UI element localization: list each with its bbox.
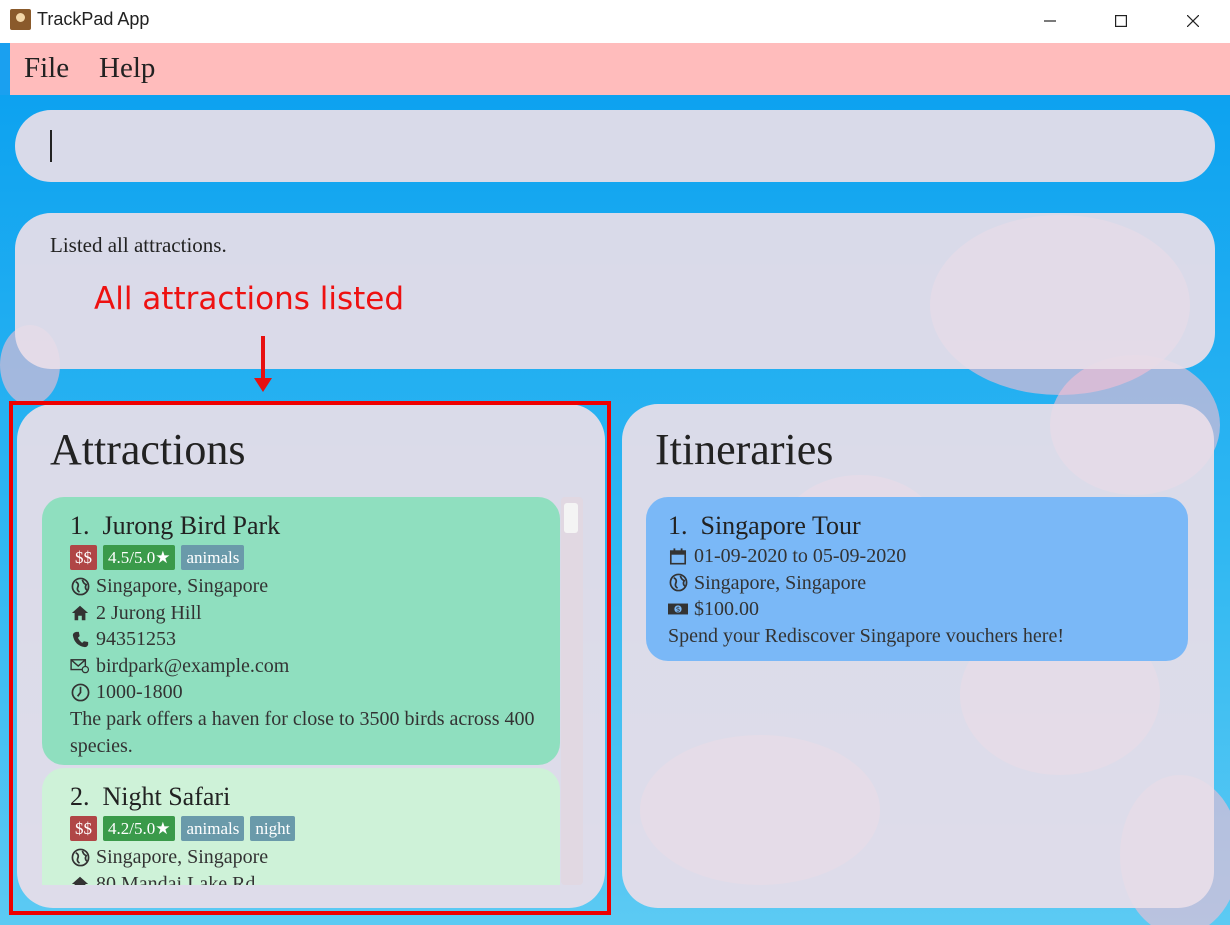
hours-row: 1000-1800 (70, 679, 544, 706)
category-tag: night (250, 816, 296, 841)
attraction-card[interactable]: 1. Jurong Bird Park $$ 4.5/5.0★ animals … (42, 497, 560, 765)
money-icon: $ (668, 599, 688, 619)
attraction-hours: 1000-1800 (96, 681, 183, 703)
dates-row: 01-09-2020 to 05-09-2020 (668, 543, 1172, 570)
window-title: TrackPad App (37, 9, 150, 29)
annotation-arrow (261, 336, 265, 380)
location-row: Singapore, Singapore (70, 844, 544, 871)
itinerary-title: 1. Singapore Tour (668, 509, 1172, 543)
rating-tag: 4.2/5.0★ (103, 816, 176, 841)
itinerary-budget: $100.00 (694, 598, 759, 620)
maximize-icon[interactable] (1101, 6, 1141, 36)
attractions-title: Attractions (50, 425, 246, 474)
itinerary-location: Singapore, Singapore (694, 571, 867, 594)
category-tag: animals (181, 816, 245, 841)
attraction-name: Jurong Bird Park (102, 511, 281, 540)
clock-icon (70, 682, 90, 702)
title-bar: TrackPad App (0, 0, 1230, 43)
app-icon (10, 9, 31, 30)
itinerary-name: Singapore Tour (700, 511, 861, 540)
itineraries-panel: Itineraries 1. Singapore Tour 01-09-2020… (622, 404, 1214, 908)
itineraries-title: Itineraries (655, 425, 834, 474)
home-icon (70, 603, 90, 623)
attraction-email: birdpark@example.com (96, 654, 290, 677)
annotation-arrowhead (254, 378, 272, 392)
category-tag: animals (181, 545, 245, 570)
command-box[interactable] (15, 110, 1215, 182)
email-icon (70, 656, 90, 676)
attraction-title: 2. Night Safari (70, 780, 544, 814)
attraction-description: The park offers a haven for close to 350… (70, 707, 535, 757)
phone-icon (70, 629, 90, 649)
annotation-label: All attractions listed (94, 281, 405, 317)
itinerary-dates: 01-09-2020 to 05-09-2020 (694, 545, 907, 567)
attraction-tags: $$ 4.2/5.0★ animals night (70, 816, 544, 841)
attraction-card[interactable]: 2. Night Safari $$ 4.2/5.0★ animals nigh… (42, 768, 560, 885)
attraction-index: 2. (70, 782, 90, 811)
attraction-phone: 94351253 (96, 628, 176, 650)
globe-icon (668, 573, 688, 593)
phone-row: 94351253 (70, 626, 544, 653)
itinerary-card[interactable]: 1. Singapore Tour 01-09-2020 to 05-09-20… (646, 497, 1188, 661)
itinerary-index: 1. (668, 511, 688, 540)
price-tag: $$ (70, 545, 97, 570)
close-icon[interactable] (1173, 6, 1213, 36)
address-row: 80 Mandai Lake Rd (70, 871, 544, 886)
menu-bar: File Help (10, 43, 1230, 95)
attraction-address: 80 Mandai Lake Rd (96, 872, 256, 886)
price-tag: $$ (70, 816, 97, 841)
itinerary-description: Spend your Rediscover Singapore vouchers… (668, 624, 1064, 647)
attraction-address: 2 Jurong Hill (96, 601, 202, 624)
attractions-list[interactable]: 1. Jurong Bird Park $$ 4.5/5.0★ animals … (42, 497, 561, 885)
attraction-location: Singapore, Singapore (96, 575, 269, 597)
home-icon (70, 874, 90, 885)
minimize-icon[interactable] (1030, 6, 1070, 36)
attraction-title: 1. Jurong Bird Park (70, 509, 544, 543)
text-caret (50, 130, 52, 162)
attraction-index: 1. (70, 511, 90, 540)
email-row: birdpark@example.com (70, 653, 544, 680)
attractions-panel: Attractions 1. Jurong Bird Park $$ 4.5/5… (17, 404, 605, 908)
address-row: 2 Jurong Hill (70, 600, 544, 627)
result-message: Listed all attractions. (50, 233, 227, 257)
rating-tag: 4.5/5.0★ (103, 545, 176, 570)
scrollbar-thumb[interactable] (564, 503, 578, 533)
globe-icon (70, 847, 90, 867)
attraction-name: Night Safari (102, 782, 231, 811)
svg-text:$: $ (676, 605, 681, 614)
budget-row: $ $100.00 (668, 596, 1172, 623)
globe-icon (70, 576, 90, 596)
calendar-icon (668, 546, 688, 566)
menu-help[interactable]: Help (99, 52, 155, 85)
attractions-scrollbar[interactable] (561, 497, 583, 885)
location-row: Singapore, Singapore (668, 570, 1172, 597)
attraction-tags: $$ 4.5/5.0★ animals (70, 545, 544, 570)
location-row: Singapore, Singapore (70, 573, 544, 600)
menu-file[interactable]: File (24, 52, 69, 85)
attraction-location: Singapore, Singapore (96, 846, 269, 868)
